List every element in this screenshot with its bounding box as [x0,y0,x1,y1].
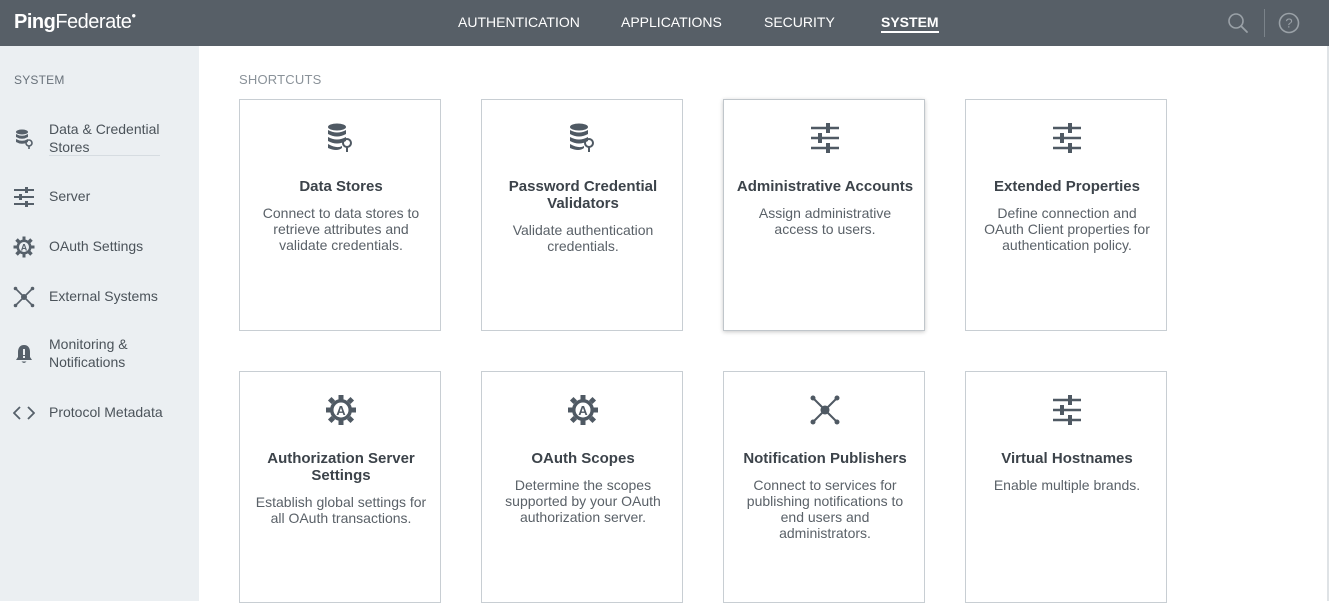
shortcut-card-oauth-scopes[interactable]: A OAuth Scopes Determine the scopes supp… [481,371,683,603]
card-title: Password Credential Validators [508,178,658,212]
sliders-icon [809,122,841,154]
sidebar-item-label: Data & Credential Stores [49,121,160,155]
card-title: Administrative Accounts [736,178,914,195]
gear-a-icon: A [13,236,35,258]
svg-text:A: A [578,403,588,418]
logo-ping-text: Ping [14,11,56,33]
sidebar-item-oauth-settings[interactable]: A OAuth Settings [0,236,199,258]
svg-text:A: A [21,243,28,253]
main-content: SHORTCUTS Data Stores Connect to data st… [199,46,1329,603]
sidebar-item-label: Server [49,188,91,204]
sidebar-selection-underline [49,155,160,156]
sidebar-item-label: Protocol Metadata [49,404,163,420]
shortcut-card-password-credential-validators[interactable]: Password Credential Validators Validate … [481,99,683,331]
card-title: Authorization Server Settings [267,450,415,484]
shortcut-card-extended-properties[interactable]: Extended Properties Define connection an… [965,99,1167,331]
sidebar-item-label: External Systems [49,288,158,304]
gear-a-icon: A [325,394,357,426]
shortcut-card-data-stores[interactable]: Data Stores Connect to data stores to re… [239,99,441,331]
sidebar: SYSTEM Data & Credential Stores Server A… [0,46,199,601]
sliders-icon [1051,122,1083,154]
sidebar-item-server[interactable]: Server [0,186,199,208]
card-title: Data Stores [299,178,383,195]
card-description: Assign administrative access to users. [758,205,892,237]
database-key-icon [13,128,35,150]
top-navigation-bar: PingFederate● AUTHENTICATION APPLICATION… [0,0,1329,46]
code-brackets-icon [12,402,36,424]
sidebar-heading: SYSTEM [14,73,65,87]
sliders-icon [13,186,35,208]
card-title: Notification Publishers [743,450,907,467]
card-title: Virtual Hostnames [1001,450,1133,467]
shortcuts-heading: SHORTCUTS [239,72,322,87]
shortcut-card-authorization-server-settings[interactable]: A Authorization Server Settings Establis… [239,371,441,603]
database-key-icon [325,122,357,154]
sidebar-item-label: OAuth Settings [49,238,144,254]
card-title: Extended Properties [994,178,1140,195]
sidebar-item-protocol-metadata[interactable]: Protocol Metadata [0,402,199,424]
nav-system[interactable]: SYSTEM [881,14,939,33]
card-description: Enable multiple brands. [993,477,1141,493]
search-icon[interactable] [1226,11,1250,35]
network-nodes-icon [809,394,841,426]
card-description: Connect to services for publishing notif… [746,477,904,541]
sidebar-item-external-systems[interactable]: External Systems [0,286,199,308]
nav-authentication[interactable]: AUTHENTICATION [458,14,580,30]
sidebar-item-monitoring-notifications[interactable]: Monitoring & Notifications [0,335,199,375]
database-key-icon [567,122,599,154]
card-description: Define connection and OAuth Client prope… [984,205,1150,253]
logo-federate-text: Federate [55,11,132,33]
shortcut-card-administrative-accounts[interactable]: Administrative Accounts Assign administr… [723,99,925,331]
sidebar-item-data-credential-stores[interactable]: Data & Credential Stores [0,120,199,160]
pingfederate-logo[interactable]: PingFederate● [14,11,136,34]
topbar-divider [1264,9,1265,37]
card-description: Establish global settings for all OAuth … [255,494,427,526]
nav-security[interactable]: SECURITY [764,14,835,30]
svg-text:?: ? [1285,16,1292,31]
sidebar-item-label: Monitoring & Notifications [49,336,128,370]
sliders-icon [1051,394,1083,426]
nav-applications[interactable]: APPLICATIONS [621,14,722,30]
svg-text:A: A [336,403,346,418]
card-description: Connect to data stores to retrieve attri… [262,205,420,253]
card-description: Validate authentication credentials. [512,222,654,254]
shortcut-card-virtual-hostnames[interactable]: Virtual Hostnames Enable multiple brands… [965,371,1167,603]
shortcut-card-notification-publishers[interactable]: Notification Publishers Connect to servi… [723,371,925,603]
card-title: OAuth Scopes [531,450,635,467]
network-nodes-icon [13,286,35,308]
card-description: Determine the scopes supported by your O… [505,477,661,525]
gear-a-icon: A [567,394,599,426]
help-icon[interactable]: ? [1277,11,1301,35]
bell-icon [13,343,35,365]
